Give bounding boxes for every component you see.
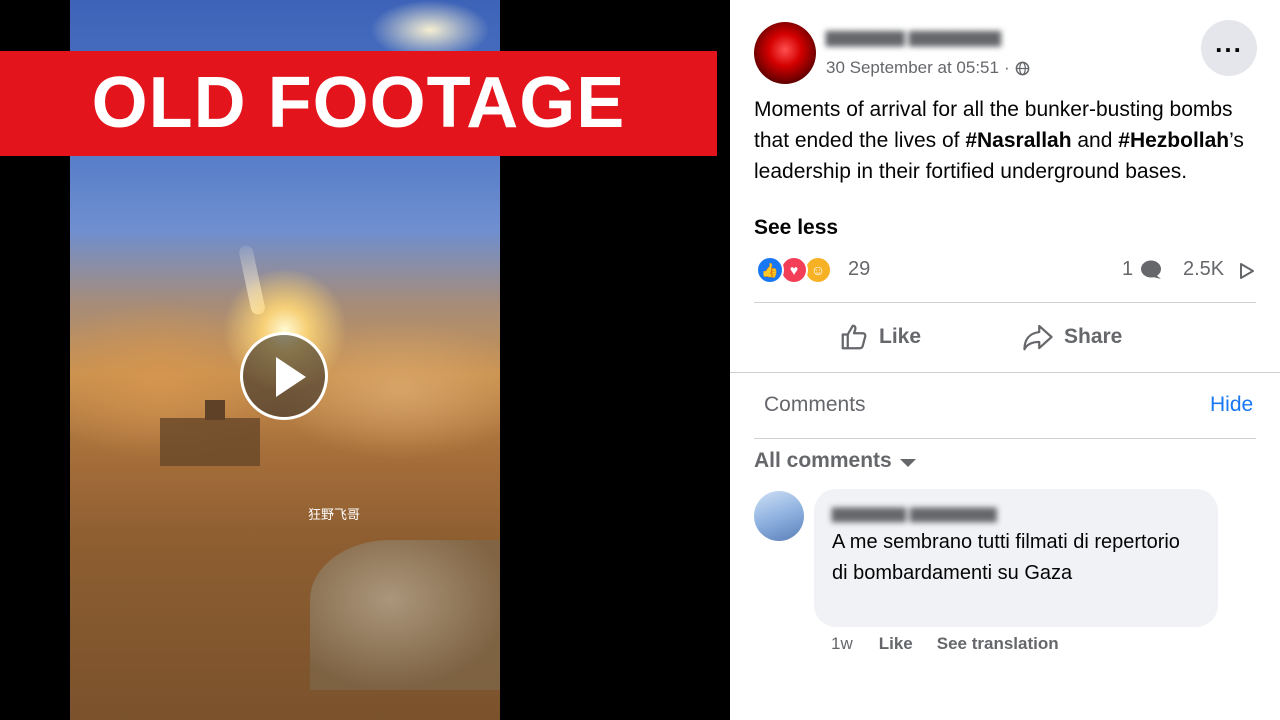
- comment-timestamp[interactable]: 1w: [831, 634, 853, 654]
- post-text: Moments of arrival for all the bunker-bu…: [754, 94, 1254, 187]
- share-label: Share: [1064, 325, 1123, 348]
- rubble: [310, 540, 500, 690]
- building-silhouette: [160, 418, 260, 466]
- video-panel: 狂野飞哥 OLD FOOTAGE: [0, 0, 730, 720]
- hide-comments-link[interactable]: Hide: [1210, 393, 1253, 417]
- share-count[interactable]: 2.5K: [1183, 258, 1224, 281]
- comments-heading: Comments: [764, 393, 866, 416]
- more-options-button[interactable]: ...: [1201, 20, 1257, 76]
- divider: [730, 372, 1280, 373]
- comment-count[interactable]: 1: [1122, 258, 1133, 281]
- see-translation-link[interactable]: See translation: [937, 634, 1059, 654]
- see-less-link[interactable]: See less: [754, 216, 838, 240]
- comment-bubble-icon: [1141, 260, 1161, 279]
- comment-bubble: ▆▆▆▆▆▆ ▆▆▆▆▆▆▆ A me sembrano tutti filma…: [814, 489, 1218, 627]
- love-reaction-icon: ♥: [780, 256, 808, 284]
- caret-down-icon: [899, 459, 916, 467]
- comment-like-button[interactable]: Like: [879, 634, 913, 654]
- share-button[interactable]: Share: [1022, 314, 1122, 360]
- hashtag-link[interactable]: #Hezbollah: [1118, 129, 1229, 152]
- thumbs-up-icon: 👍: [761, 262, 779, 278]
- old-footage-banner: OLD FOOTAGE: [0, 51, 717, 156]
- comment-actions: 1w Like See translation: [831, 634, 1059, 654]
- play-icon: [276, 357, 306, 397]
- comment-sort-dropdown[interactable]: All comments: [754, 449, 916, 473]
- commenter-name-blurred[interactable]: ▆▆▆▆▆▆ ▆▆▆▆▆▆▆: [832, 503, 996, 523]
- post-date[interactable]: 30 September at 05:51: [826, 58, 999, 78]
- building-silhouette: [205, 400, 225, 420]
- comment-text: A me sembrano tutti filmati di repertori…: [832, 531, 1180, 584]
- post-actions: Like Share: [754, 314, 1256, 360]
- facebook-post: ▆▆▆▆▆▆ ▆▆▆▆▆▆▆ 30 September at 05:51 · .…: [730, 0, 1280, 720]
- play-button[interactable]: [240, 332, 328, 420]
- hashtag-link[interactable]: #Nasrallah: [965, 129, 1071, 152]
- share-arrow-icon: [1023, 324, 1053, 351]
- author-avatar[interactable]: [754, 22, 816, 84]
- care-reaction-icon: ☺: [804, 256, 832, 284]
- heart-icon: ♥: [789, 262, 799, 278]
- author-name-blurred[interactable]: ▆▆▆▆▆▆ ▆▆▆▆▆▆▆: [826, 27, 1001, 47]
- care-face-icon: ☺: [810, 262, 826, 278]
- comment-sort-label: All comments: [754, 449, 892, 472]
- globe-icon: [1015, 61, 1029, 75]
- more-horizontal-icon: ...: [1215, 28, 1243, 58]
- meta-separator: ·: [1003, 58, 1010, 77]
- thumbs-up-icon: [841, 324, 867, 350]
- reactions-summary[interactable]: 👍 ♥ ☺ 29 1 2.5K: [756, 254, 1256, 286]
- like-label: Like: [879, 325, 922, 348]
- video-watermark: 狂野飞哥: [308, 508, 361, 523]
- commenter-avatar[interactable]: [754, 491, 804, 541]
- like-reaction-icon: 👍: [756, 256, 784, 284]
- like-button[interactable]: Like: [839, 314, 921, 360]
- reaction-count[interactable]: 29: [848, 258, 870, 281]
- divider: [754, 302, 1256, 303]
- divider: [754, 438, 1256, 439]
- play-count-icon: [1240, 263, 1254, 279]
- post-text-part: and: [1071, 129, 1119, 152]
- post-meta: 30 September at 05:51 ·: [826, 58, 1030, 78]
